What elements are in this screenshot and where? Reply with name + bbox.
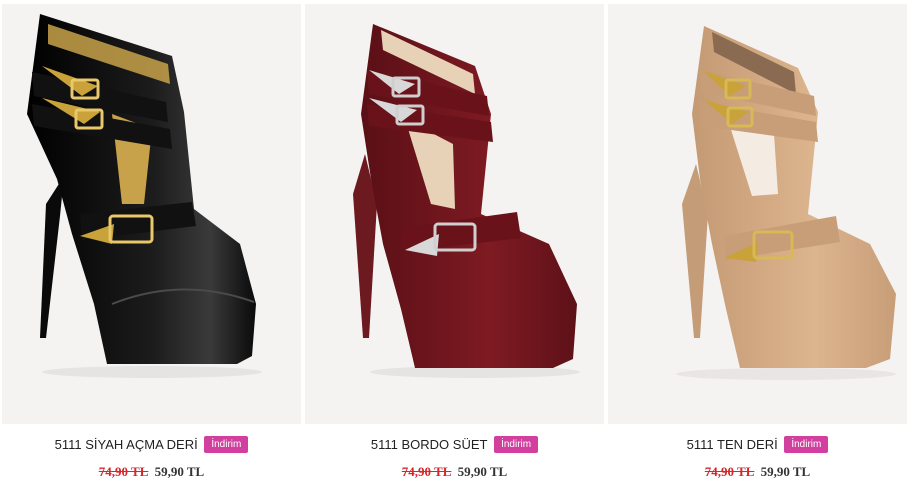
old-price: 74,90 TL (704, 464, 755, 479)
product-card: 5111 SİYAH AÇMA DERİ İndirim 74,90 TL 59… (0, 0, 303, 485)
price-row: 74,90 TL 59,90 TL (606, 464, 909, 480)
product-card: 5111 TEN DERİ İndirim 74,90 TL 59,90 TL (606, 0, 909, 485)
product-title-link[interactable]: 5111 BORDO SÜET (371, 437, 488, 452)
product-image[interactable] (608, 4, 907, 424)
new-price: 59,90 TL (154, 464, 205, 479)
product-title-link[interactable]: 5111 SİYAH AÇMA DERİ (55, 437, 198, 452)
product-title-row: 5111 BORDO SÜET İndirim (303, 436, 606, 454)
old-price: 74,90 TL (98, 464, 149, 479)
product-title-row: 5111 TEN DERİ İndirim (606, 436, 909, 454)
product-title-row: 5111 SİYAH AÇMA DERİ İndirim (0, 436, 303, 454)
product-image[interactable] (2, 4, 301, 424)
product-image[interactable] (305, 4, 604, 424)
product-card: 5111 BORDO SÜET İndirim 74,90 TL 59,90 T… (303, 0, 606, 485)
price-row: 74,90 TL 59,90 TL (303, 464, 606, 480)
old-price: 74,90 TL (401, 464, 452, 479)
new-price: 59,90 TL (760, 464, 811, 479)
discount-badge: İndirim (494, 436, 539, 454)
product-title-link[interactable]: 5111 TEN DERİ (687, 437, 778, 452)
black-patent-ankle-boot-image (27, 14, 262, 378)
product-grid: 5111 SİYAH AÇMA DERİ İndirim 74,90 TL 59… (0, 0, 909, 485)
nude-leather-ankle-boot-image (676, 26, 896, 380)
discount-badge: İndirim (204, 436, 249, 454)
burgundy-suede-ankle-boot-image (353, 24, 580, 378)
price-row: 74,90 TL 59,90 TL (0, 464, 303, 480)
new-price: 59,90 TL (457, 464, 508, 479)
discount-badge: İndirim (784, 436, 829, 454)
